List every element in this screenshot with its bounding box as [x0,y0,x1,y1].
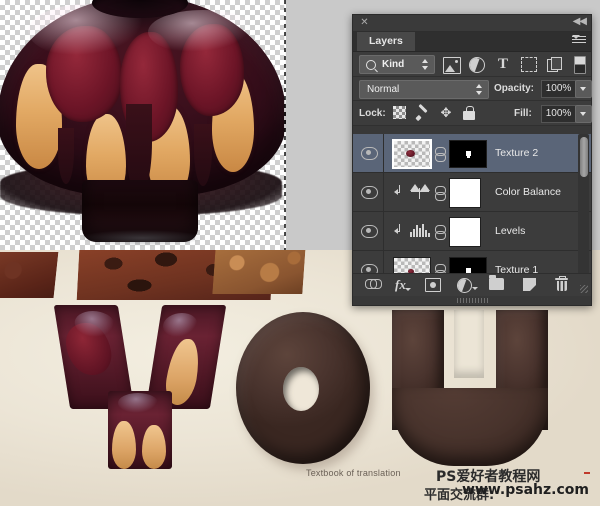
layer-list-scrollbar[interactable] [578,134,589,282]
layer-name[interactable]: Color Balance [495,186,561,198]
new-layer-icon[interactable] [523,278,536,291]
link-layers-icon[interactable] [365,278,382,289]
table-row[interactable]: Color Balance [353,173,591,212]
opacity-chevron-down-icon[interactable] [575,80,592,98]
blend-mode-select[interactable]: Normal [359,80,489,99]
letter-y-cake-textured [53,305,232,470]
filter-smart-object-icon[interactable] [547,57,562,72]
filter-toggle-switch[interactable] [574,56,586,74]
panel-titlebar: ✕ ◀◀ [353,15,591,32]
layer-visibility-eye-icon[interactable] [361,147,378,160]
layer-visibility-eye-icon[interactable] [361,225,378,238]
lock-image-pixels-icon[interactable] [415,103,430,122]
search-icon [366,60,376,70]
scrollbar-thumb[interactable] [579,137,588,177]
tab-layers[interactable]: Layers [357,32,415,51]
mask-link-icon[interactable] [435,225,446,240]
new-adjustment-chevron-icon[interactable] [472,287,478,290]
bundt-cake-image [0,0,286,250]
color-balance-icon[interactable] [410,184,430,199]
fill-input[interactable]: 100% [541,105,576,123]
up-down-arrows-icon[interactable] [422,59,429,70]
opacity-input[interactable]: 100% [541,80,576,98]
mask-link-icon[interactable] [435,186,446,201]
lock-position-icon[interactable]: ✥ [439,106,453,120]
add-layer-mask-icon[interactable] [425,278,441,292]
mask-link-icon[interactable] [435,147,446,162]
lock-transparent-pixels-icon[interactable] [393,106,406,119]
layers-panel[interactable]: ✕ ◀◀ Layers Kind T Normal Opacity: 100% [352,14,592,306]
filter-shape-layers-icon[interactable] [521,57,537,72]
document-upper-cake[interactable] [0,0,286,250]
layer-thumbnail[interactable] [392,139,432,169]
levels-icon[interactable] [410,224,430,237]
letter-o-chocolate [236,312,370,464]
layer-mask-thumbnail[interactable] [449,140,487,168]
table-row[interactable]: Levels [353,212,591,251]
panel-menu-icon[interactable] [572,35,586,47]
clipping-mask-arrow-icon [394,224,404,236]
layer-mask-thumbnail[interactable] [449,217,481,247]
filter-pixel-layers-icon[interactable] [443,57,461,74]
layer-filter-row: Kind T [353,52,591,77]
layers-panel-toolbar: fx [353,273,591,296]
fill-chevron-down-icon[interactable] [575,105,592,123]
watermark-line-3: www.psahz.com [462,482,589,498]
panel-resize-handle[interactable] [580,285,588,293]
opacity-label: Opacity: [494,83,535,94]
filter-type-layers-icon[interactable]: T [495,57,511,72]
lock-row: Lock: ✥ Fill: 100% [353,101,592,126]
collapse-panel-icon[interactable]: ◀◀ [573,16,587,27]
letter-o-counter [283,367,319,411]
panel-drag-grip[interactable] [457,298,489,303]
layer-style-fx-icon[interactable]: fx [395,278,411,292]
chocolate-texture-strip-3 [212,250,306,294]
filter-kind-select[interactable]: Kind [359,55,435,74]
selection-marching-ants [284,0,286,252]
lock-all-icon[interactable] [463,106,475,120]
layer-visibility-eye-icon[interactable] [361,186,378,199]
new-group-icon[interactable] [489,275,504,290]
filter-kind-label: Kind [382,59,405,70]
lock-label: Lock: [359,108,386,119]
letter-u-chocolate [392,310,548,466]
layer-mask-thumbnail[interactable] [449,178,481,208]
layer-name[interactable]: Texture 2 [495,147,538,159]
note-text: Textbook of translation [306,468,401,478]
blend-mode-row: Normal Opacity: 100% [353,77,592,101]
close-icon[interactable]: ✕ [359,17,370,28]
layer-name[interactable]: Levels [495,225,525,237]
panel-tab-row: Layers [353,32,591,52]
fill-label: Fill: [514,108,532,119]
filter-adjustment-layers-icon[interactable] [469,57,485,73]
blend-mode-value: Normal [367,84,400,95]
cake-body [0,0,286,204]
delete-layer-icon[interactable] [555,276,568,291]
cake-drop-shadow [80,230,204,246]
layer-list[interactable]: Texture 2 Color Balance Levels Texture 1 [353,134,591,282]
clipping-mask-arrow-icon [394,185,404,197]
watermark-accent-mark [584,472,590,474]
chocolate-texture-strip-1 [0,252,59,298]
watermark: PS爱好者教程网 平面交流群: www.psahz.com [424,464,600,506]
blend-mode-stepper-icon[interactable] [476,84,483,95]
new-adjustment-layer-icon[interactable] [457,278,472,293]
table-row[interactable]: Texture 2 [353,134,591,173]
